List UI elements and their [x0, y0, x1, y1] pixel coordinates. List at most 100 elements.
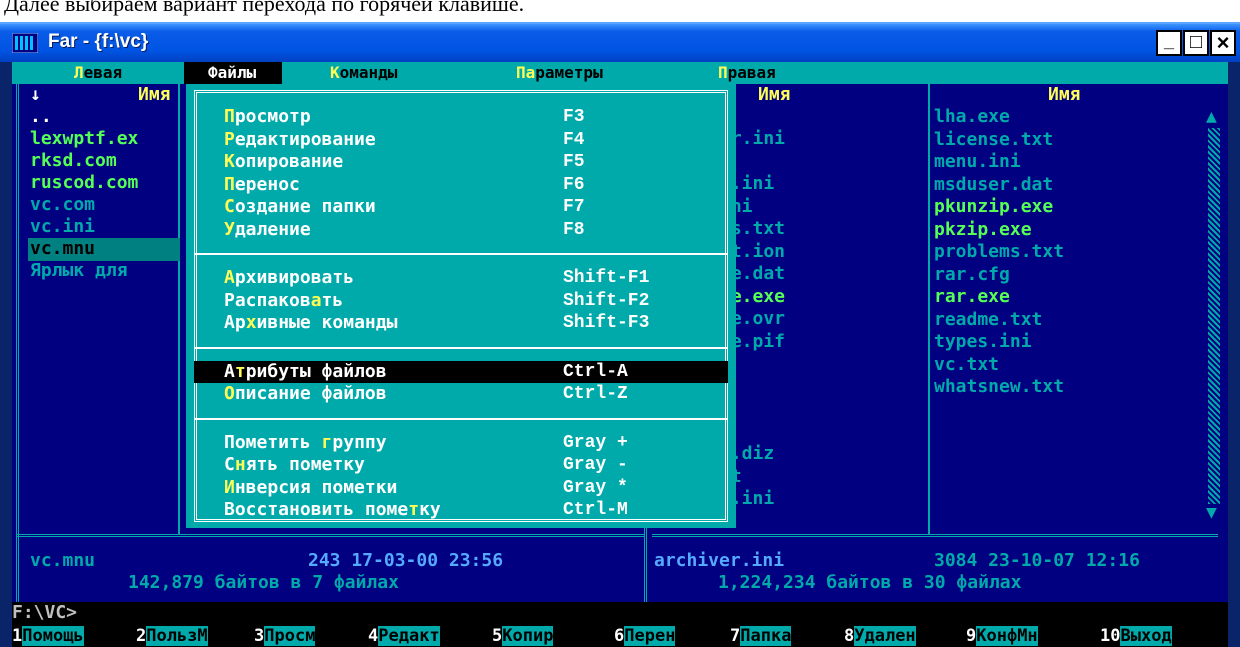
- far-console: Левая Файлы Команды Параметры Правая ▲ ▼…: [12, 62, 1228, 647]
- right-file-item[interactable]: pkzip.exe: [934, 219, 1032, 242]
- menu-item[interactable]: Создание папки F7: [194, 196, 728, 219]
- left-selected-info: 243 17-03-00 23:56: [308, 550, 504, 571]
- left-panel-header[interactable]: Имя: [138, 84, 171, 107]
- fkey-number: 9: [966, 626, 977, 646]
- right-file-item[interactable]: lha.exe: [934, 106, 1010, 129]
- fkey-number: 1: [12, 626, 23, 646]
- menu-item[interactable]: Описание файлов Ctrl-Z: [194, 383, 728, 406]
- scroll-down-arrow[interactable]: ▼: [1206, 502, 1217, 525]
- menu-item-label: Редактирование: [224, 128, 376, 150]
- files-menu: Просмотр F3 Редактирование F4 Копирование F5 П…: [186, 84, 736, 528]
- menu-item-label: Копирование: [224, 151, 344, 172]
- fkey-number: 3: [254, 626, 265, 646]
- window-title: Far - {f:\vc}: [48, 31, 149, 52]
- right-file-item[interactable]: license.txt: [934, 129, 1053, 152]
- menu-item[interactable]: Восстановить пометку Ctrl-M: [194, 499, 728, 522]
- fkey-9[interactable]: 9КонфМн: [966, 625, 1038, 647]
- menu-item[interactable]: Инверсия пометки Gray *: [194, 477, 728, 500]
- far-window: Far - {f:\vc} _ □ × Левая Файлы Команды …: [0, 22, 1240, 647]
- menu-item[interactable]: Снять пометку Gray -: [194, 454, 728, 477]
- left-file-item-selected[interactable]: vc.mnu: [28, 238, 180, 261]
- scroll-up-arrow[interactable]: ▲: [1206, 106, 1217, 129]
- right-selected-name: archiver.ini: [654, 550, 785, 571]
- right-file-item[interactable]: rar.exe: [934, 286, 1010, 309]
- maximize-button[interactable]: □: [1183, 30, 1209, 56]
- close-button[interactable]: ×: [1210, 30, 1236, 56]
- menu-item[interactable]: Просмотр F3: [194, 106, 728, 129]
- fkey-3[interactable]: 3Просм: [254, 625, 316, 647]
- menu-item-label: Архивировать: [224, 267, 355, 288]
- right-file-item[interactable]: menu.ini: [934, 151, 1021, 174]
- menu-item[interactable]: Атрибуты файлов Ctrl-A: [194, 360, 728, 383]
- title-bar[interactable]: Far - {f:\vc} _ □ ×: [0, 22, 1240, 62]
- menu-item-shortcut: F8: [563, 219, 585, 240]
- document-caption: Далее выбираем вариант перехода по горяч…: [0, 0, 1240, 22]
- menu-item-label: Перенос: [224, 173, 300, 195]
- menu-files[interactable]: Файлы: [184, 62, 283, 84]
- fkey-7[interactable]: 7Папка: [730, 625, 792, 647]
- menu-separator: [194, 417, 728, 420]
- fkey-1[interactable]: 1Помощь: [12, 625, 84, 647]
- right-col2-header[interactable]: Имя: [1048, 84, 1081, 107]
- menu-item-shortcut: Gray +: [563, 432, 628, 453]
- left-file-item[interactable]: Ярлык для: [30, 260, 128, 283]
- left-file-item[interactable]: rksd.com: [30, 150, 117, 173]
- menu-options[interactable]: Параметры: [516, 62, 603, 84]
- right-file-item[interactable]: whatsnew.txt: [934, 376, 1064, 399]
- left-file-item[interactable]: vc.ini: [30, 216, 95, 239]
- fkey-2[interactable]: 2ПользМ: [136, 625, 208, 647]
- fkey-label: Копир: [502, 626, 554, 646]
- fkey-label: ПользМ: [146, 626, 208, 646]
- right-file-item[interactable]: rar.cfg: [934, 264, 1010, 287]
- menu-item[interactable]: Пометить группу Gray +: [194, 432, 728, 455]
- menu-item[interactable]: Копирование F5: [194, 151, 728, 174]
- menu-item[interactable]: Распаковать Shift-F2: [194, 290, 728, 313]
- menu-bar: Левая Файлы Команды Параметры Правая: [12, 62, 1228, 84]
- menu-left[interactable]: Левая: [74, 62, 122, 84]
- right-scrollbar[interactable]: [1208, 128, 1220, 504]
- fkey-label: Просм: [264, 626, 316, 646]
- fkey-4[interactable]: 4Редакт: [368, 625, 440, 647]
- menu-item[interactable]: Редактирование F4: [194, 129, 728, 152]
- left-file-item[interactable]: lexwptf.ex: [30, 128, 138, 151]
- minimize-button[interactable]: _: [1156, 30, 1182, 56]
- menu-separator: [194, 346, 728, 349]
- fkey-number: 4: [368, 626, 379, 646]
- right-file-item[interactable]: readme.txt: [934, 309, 1042, 332]
- right-file-item[interactable]: types.ini: [934, 331, 1032, 354]
- fkey-10[interactable]: 10Выход: [1100, 625, 1172, 647]
- fkey-number: 7: [730, 626, 741, 646]
- menu-item-label: Пометить группу: [224, 431, 387, 453]
- right-file-item[interactable]: problems.txt: [934, 241, 1064, 264]
- menu-item-shortcut: Gray -: [563, 455, 628, 475]
- menu-right[interactable]: Правая: [718, 62, 776, 84]
- menu-item[interactable]: Удаление F8: [194, 219, 728, 242]
- menu-item[interactable]: Перенос F6: [194, 174, 728, 197]
- fkey-label: Редакт: [378, 626, 440, 646]
- command-prompt[interactable]: F:\VC>: [12, 602, 1228, 625]
- right-file-item[interactable]: msduser.dat: [934, 174, 1053, 197]
- menu-item-label: Удаление: [224, 218, 311, 240]
- left-file-item[interactable]: ruscod.com: [30, 172, 138, 195]
- caption-text: Далее выбираем вариант перехода по горяч…: [4, 0, 525, 16]
- menu-commands[interactable]: Команды: [330, 62, 397, 84]
- right-file-item[interactable]: vc.txt: [934, 354, 999, 377]
- right-col1-header[interactable]: Имя: [758, 84, 791, 107]
- menu-item[interactable]: Архивировать Shift-F1: [194, 267, 728, 290]
- left-file-item[interactable]: ..: [30, 106, 52, 129]
- far-app-icon: [12, 33, 38, 53]
- right-file-item[interactable]: pkunzip.exe: [934, 196, 1053, 219]
- fkey-6[interactable]: 6Перен: [614, 625, 676, 647]
- fkey-number: 6: [614, 626, 625, 646]
- fkey-number: 8: [844, 626, 855, 646]
- menu-item-label: Восстановить пометку: [224, 499, 441, 520]
- menu-item-shortcut: Ctrl-M: [563, 500, 628, 520]
- menu-item[interactable]: Архивные команды Shift-F3: [194, 312, 728, 335]
- fkey-8[interactable]: 8Удален: [844, 625, 916, 647]
- fkey-label: Помощь: [22, 626, 84, 646]
- fkey-5[interactable]: 5Копир: [492, 625, 554, 647]
- sort-indicator[interactable]: ↓: [30, 84, 41, 107]
- menu-item-shortcut: Shift-F3: [563, 313, 650, 333]
- fkey-label: Перен: [624, 626, 676, 646]
- left-file-item[interactable]: vc.com: [30, 194, 95, 217]
